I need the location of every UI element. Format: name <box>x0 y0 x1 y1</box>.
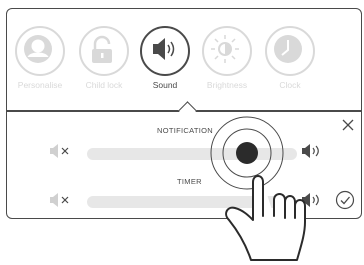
menu-item-sound[interactable]: Sound <box>134 26 196 90</box>
menu-item-clock[interactable]: Clock <box>259 26 321 90</box>
pointing-hand-icon <box>225 175 306 261</box>
clock-icon <box>265 26 315 76</box>
checkmark-circle-icon <box>335 190 355 210</box>
padlock-icon <box>79 26 129 76</box>
menu-label-personalise: Personalise <box>17 80 63 90</box>
menu-item-child-lock[interactable]: Child lock <box>73 26 135 90</box>
menu-item-personalise[interactable]: Personalise <box>9 26 71 90</box>
menu-label-child-lock: Child lock <box>85 80 123 90</box>
close-icon <box>342 119 354 131</box>
sun-icon <box>202 26 252 76</box>
person-icon <box>15 26 65 76</box>
menu-label-brightness: Brightness <box>206 80 248 90</box>
settings-toolbar: Personalise Child lock Sound Brightness … <box>7 9 361 119</box>
menu-label-clock: Clock <box>279 80 301 90</box>
menu-label-sound: Sound <box>152 80 178 90</box>
speaker-icon <box>140 26 190 76</box>
mute-icon[interactable] <box>47 192 73 208</box>
mute-icon[interactable] <box>47 143 73 159</box>
menu-item-brightness[interactable]: Brightness <box>196 26 258 90</box>
confirm-button[interactable] <box>335 190 355 210</box>
close-button[interactable] <box>340 117 356 133</box>
